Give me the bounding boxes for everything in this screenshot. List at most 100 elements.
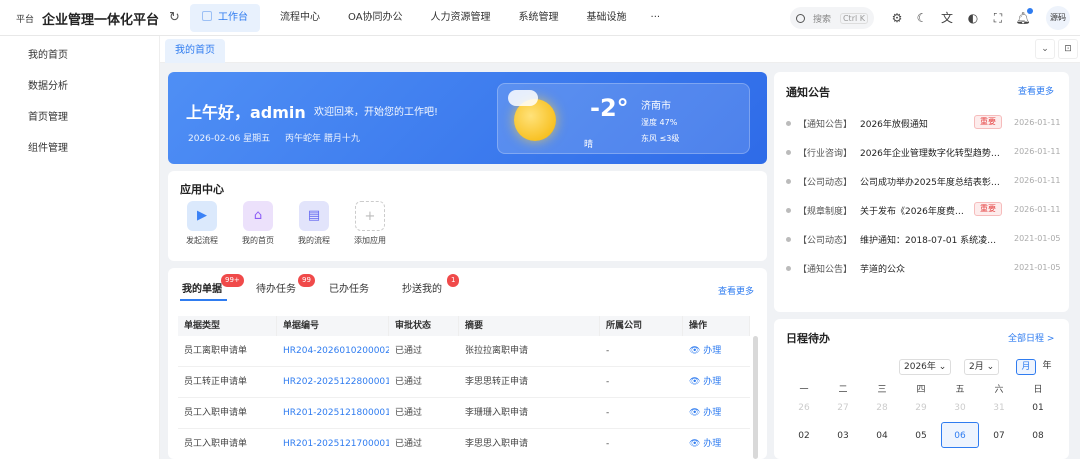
document-code-link[interactable]: HR202-2025122800001 [277,367,389,397]
document-code-link[interactable]: HR204-2026010200002 [277,336,389,366]
sidebar-item-my-home[interactable]: 我的首页 [0,36,159,67]
app-start-process[interactable]: ▶ 发起流程 [177,201,227,246]
search-icon [796,13,805,23]
nav-oa[interactable]: OA协同办公 [336,4,415,32]
year-select[interactable]: 2026年 ⌄ [899,359,952,375]
notice-panel: 通知公告 查看更多 【通知公告】 2026年放假通知 重要 2026-01-11… [774,72,1069,312]
calendar-day[interactable]: 26 [785,395,823,421]
home-icon: ⌂ [243,201,273,231]
handle-button[interactable]: 👁︎ 办理 [683,398,750,428]
app-my-home[interactable]: ⌂ 我的首页 [233,201,283,246]
search-shortcut: Ctrl K [839,12,868,24]
calendar-day[interactable]: 28 [863,395,901,421]
month-select[interactable]: 2月 ⌄ [964,359,1000,375]
tab-done[interactable]: 已办任务 [329,280,369,295]
temperature: -2° [590,94,629,122]
fullscreen-icon[interactable]: ⛶ [990,10,1006,26]
notice-item[interactable]: 【公司动态】 维护通知：2018-07-01 系统凌… 2021-01-05 [786,230,1064,250]
view-month-button[interactable]: 月 [1016,359,1036,375]
tab-todo[interactable]: 待办任务 [256,280,296,295]
notice-item[interactable]: 【公司动态】 公司成功举办2025年度总结表彰… 2026-01-11 [786,172,1064,192]
eye-icon: 👁︎ [689,439,704,449]
gear-icon[interactable]: ⚙ [889,10,905,26]
nav-hr[interactable]: 人力资源管理 [419,4,503,32]
calendar-day[interactable]: 27 [824,395,862,421]
notice-more-link[interactable]: 查看更多 [1018,84,1054,97]
weekday-label: 三 [877,385,887,395]
notice-item[interactable]: 【通知公告】 2026年放假通知 重要 2026-01-11 [786,114,1064,134]
eye-icon: 👁︎ [689,346,704,356]
tasks-more-link[interactable]: 查看更多 [718,284,754,297]
handle-button[interactable]: 👁︎ 办理 [683,336,750,366]
calendar-day[interactable]: 08 [1019,423,1057,449]
badge-cc: 1 [447,274,460,287]
calendar-day[interactable]: 04 [863,423,901,449]
translate-icon[interactable]: 文 [939,10,955,26]
nav-system[interactable]: 系统管理 [507,4,571,32]
chevron-down-icon: ⌄ [986,362,995,372]
document-code-link[interactable]: HR201-2025121800001 [277,398,389,428]
weekday-label: 四 [916,385,926,395]
weekday-label: 六 [994,385,1004,395]
nav-workbench[interactable]: 工作台 [190,4,260,32]
calendar-day[interactable]: 05 [902,423,940,449]
palette-icon[interactable]: ◐ [965,10,981,26]
handle-button[interactable]: 👁︎ 办理 [683,429,750,459]
sidebar-item-component-management[interactable]: 组件管理 [0,129,159,160]
tab-cc[interactable]: 抄送我的 [402,280,442,295]
refresh-icon[interactable]: ↻ [169,10,180,25]
app-my-process[interactable]: ▤ 我的流程 [289,201,339,246]
moon-icon[interactable]: ☾ [914,10,930,26]
nav-infrastructure[interactable]: 基础设施 [575,4,639,32]
lunar-date: 丙午蛇年 腊月十九 [285,134,360,144]
active-tab-underline [180,299,227,301]
calendar-day[interactable]: 03 [824,423,862,449]
notice-title: 通知公告 [786,86,830,99]
notice-item[interactable]: 【规章制度】 关于发布《2026年度费… 重要 2026-01-11 [786,201,1064,221]
schedule-panel: 日程待办 全部日程 > 2026年 ⌄ 2月 ⌄ 月 年 一 二 三 四 五 六… [774,319,1069,459]
tab-my-documents[interactable]: 我的单据 [182,280,222,295]
sidebar-item-home-management[interactable]: 首页管理 [0,98,159,129]
main-nav: 工作台 流程中心 OA协同办公 人力资源管理 系统管理 基础设施 ··· [190,4,672,32]
app-add[interactable]: + 添加应用 [345,201,395,246]
cloud-icon [508,90,538,106]
table-row: 员工入职申请单 HR201-2025121800001 已通过 李珊珊入职申请 … [178,398,750,429]
expand-icon[interactable]: ⊡ [1058,39,1078,59]
nav-more[interactable]: ··· [639,4,673,32]
chevron-down-icon[interactable]: ⌄ [1035,39,1055,59]
weather-card: -2° 晴 济南市 湿度 47% 东风 ≤3级 [497,83,750,154]
plus-icon: + [355,201,385,231]
handle-button[interactable]: 👁︎ 办理 [683,367,750,397]
greeting: 上午好，admin [186,103,306,122]
notice-item[interactable]: 【通知公告】 芋道的公众 2021-01-05 [786,259,1064,279]
sidebar-item-data-analysis[interactable]: 数据分析 [0,67,159,98]
avatar[interactable]: 源码 [1046,6,1070,30]
calendar-day[interactable]: 07 [980,423,1018,449]
grid-icon [202,11,212,21]
search-box[interactable]: 搜索 Ctrl K [790,7,874,29]
app-title: 企业管理一体化平台 [42,13,160,28]
table-scrollbar[interactable] [753,336,758,459]
notice-item[interactable]: 【行业咨询】 2026年企业管理数字化转型趋势… 2026-01-11 [786,143,1064,163]
sidebar: 我的首页 数据分析 首页管理 组件管理 [0,36,160,459]
all-schedule-link[interactable]: 全部日程 > [1008,331,1054,344]
tab-my-home[interactable]: 我的首页 [165,39,225,63]
calendar-day[interactable]: 02 [785,423,823,449]
app-center: 应用中心 ▶ 发起流程 ⌂ 我的首页 ▤ 我的流程 + 添加应用 [168,171,767,261]
search-placeholder: 搜索 [813,14,832,25]
calendar-day[interactable]: 01 [1019,395,1057,421]
logo-mark: 平台 [16,15,35,25]
calendar-day[interactable]: 31 [980,395,1018,421]
nav-process-center[interactable]: 流程中心 [268,4,332,32]
calendar-day[interactable]: 29 [902,395,940,421]
calendar-day-today[interactable]: 06 [941,422,979,448]
document-code-link[interactable]: HR201-2025121700001 [277,429,389,459]
current-date: 2026-02-06 星期五 [188,134,271,144]
welcome-banner: 上午好，admin 欢迎回来，开始您的工作吧! 2026-02-06 星期五 丙… [168,72,767,164]
table-row: 员工离职申请单 HR204-2026010200002 已通过 张拉拉离职申请 … [178,336,750,367]
calendar-day[interactable]: 30 [941,395,979,421]
table-row: 员工入职申请单 HR201-2025121700001 已通过 李思思入职申请 … [178,429,750,459]
eye-icon: 👁︎ [689,377,704,387]
view-year-button[interactable]: 年 [1037,359,1057,375]
eye-icon: 👁︎ [689,408,704,418]
